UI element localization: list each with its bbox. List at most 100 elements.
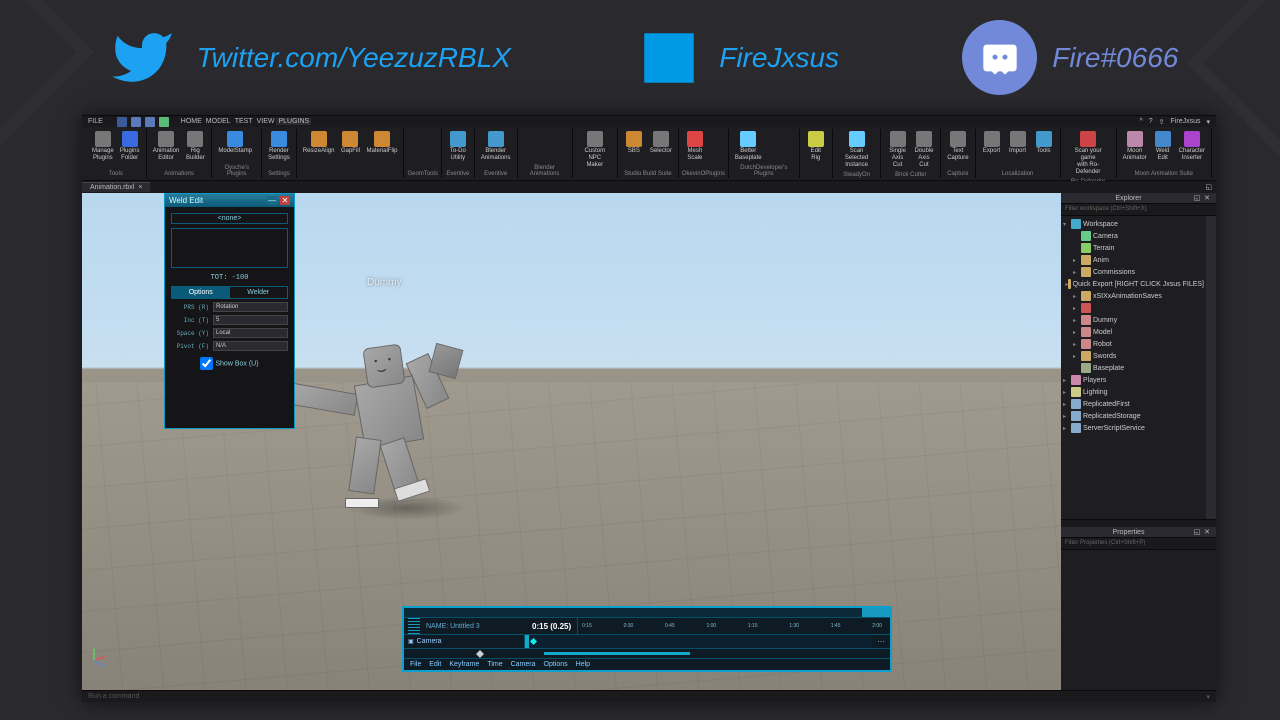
keyframe-marker[interactable] [530, 638, 537, 645]
playhead[interactable] [525, 635, 529, 648]
tree-expand-icon[interactable]: ▸ [1073, 305, 1081, 312]
ribbon-btn-to-do[interactable]: To-DoUtility [445, 129, 471, 170]
anim-drag-handle[interactable] [408, 618, 420, 634]
share-icon[interactable]: ⇪ [1159, 118, 1165, 126]
menu-tab-model[interactable]: MODEL [204, 118, 233, 125]
tree-item[interactable]: ▸Anim [1061, 254, 1206, 266]
file-menu[interactable]: FILE [88, 118, 103, 125]
ribbon-btn-tools[interactable]: Tools [1031, 129, 1057, 170]
weld-close-icon[interactable]: ✕ [280, 196, 290, 205]
tree-expand-icon[interactable]: ▸ [1063, 389, 1071, 396]
user-dropdown-icon[interactable]: ▾ [1206, 118, 1210, 126]
track-expand-icon[interactable]: ▣ [408, 638, 414, 645]
menu-tab-test[interactable]: TEST [233, 118, 255, 125]
slider-thumb[interactable] [476, 650, 484, 658]
tree-item[interactable]: ▸Players [1061, 374, 1206, 386]
anim-menu-time[interactable]: Time [487, 661, 502, 668]
weld-tab-options[interactable]: Options [172, 287, 230, 298]
tree-expand-icon[interactable]: ▸ [1073, 329, 1081, 336]
anim-time-ruler[interactable]: 0:150:300:451:001:151:301:452:00 [577, 618, 886, 634]
ribbon-btn-manage[interactable]: ManagePlugins [89, 129, 117, 170]
anim-menu-edit[interactable]: Edit [429, 661, 441, 668]
document-tab[interactable]: Animation.rbxl × [82, 182, 150, 192]
tree-expand-icon[interactable]: ▸ [1073, 341, 1081, 348]
tree-item[interactable]: ▸ReplicatedFirst [1061, 398, 1206, 410]
tree-item[interactable]: ▸Commissions [1061, 266, 1206, 278]
showbox-checkbox[interactable] [200, 357, 213, 370]
collapse-ribbon-icon[interactable]: ^ [1139, 118, 1142, 125]
anim-menu-help[interactable]: Help [576, 661, 590, 668]
tree-expand-icon[interactable]: ▸ [1073, 269, 1081, 276]
explorer-filter-input[interactable]: Filter workspace (Ctrl+Shift+X) [1061, 204, 1216, 216]
menu-tab-plugins[interactable]: PLUGINS [276, 118, 311, 125]
explorer-hscrollbar[interactable] [1061, 519, 1216, 527]
tree-item[interactable]: ▾Workspace [1061, 218, 1206, 230]
weld-showbox-check[interactable]: Show Box (U) [171, 357, 288, 370]
tree-item[interactable]: ▸ServerScriptService [1061, 422, 1206, 434]
explorer-scrollbar[interactable] [1206, 216, 1216, 519]
ribbon-btn-moon[interactable]: MoonAnimator [1120, 129, 1150, 170]
track-options-icon[interactable]: ⋯ [872, 635, 890, 648]
tree-expand-icon[interactable]: ▸ [1063, 401, 1071, 408]
anim-keyframe-track[interactable] [524, 635, 872, 648]
ribbon-btn-scan-your-game[interactable]: Scan your gamewith Ro-Defender [1064, 129, 1113, 178]
qat-play-icon[interactable] [159, 117, 169, 127]
tree-expand-icon[interactable]: ▸ [1073, 257, 1081, 264]
anim-zoom-slider[interactable] [404, 648, 890, 658]
ribbon-btn-import[interactable]: Import [1005, 129, 1031, 170]
ribbon-btn-character[interactable]: CharacterInserter [1176, 129, 1208, 170]
weld-edit-panel[interactable]: Weld Edit — ✕ <none> TOT: -100 Options W… [164, 193, 295, 429]
weld-titlebar[interactable]: Weld Edit — ✕ [165, 194, 294, 207]
qat-redo-icon[interactable] [145, 117, 155, 127]
weld-minimize-icon[interactable]: — [267, 196, 277, 205]
tree-item[interactable]: ▸Robot [1061, 338, 1206, 350]
ribbon-btn-edit[interactable]: EditRig [803, 129, 829, 176]
ribbon-btn-gapfill[interactable]: GapFill [337, 129, 363, 176]
tree-expand-icon[interactable]: ▾ [1063, 221, 1071, 228]
tree-item[interactable]: ▸Model [1061, 326, 1206, 338]
anim-menu-keyframe[interactable]: Keyframe [449, 661, 479, 668]
anim-menu-camera[interactable]: Camera [511, 661, 536, 668]
tree-item[interactable]: ▸Dummy [1061, 314, 1206, 326]
username-label[interactable]: FireJxsus [1171, 118, 1201, 125]
command-dropdown-icon[interactable]: ▾ [1206, 693, 1210, 700]
properties-popout-icon[interactable]: ◱ [1192, 528, 1202, 536]
anim-track-label[interactable]: ▣ Camera [404, 635, 524, 648]
properties-filter-input[interactable]: Filter Properties (Ctrl+Shift+P) [1061, 538, 1216, 550]
ribbon-btn-export[interactable]: Export [979, 129, 1005, 170]
tree-item[interactable]: ▸Swords [1061, 350, 1206, 362]
ribbon-btn-sbs[interactable]: SBS [621, 129, 647, 170]
tree-item[interactable]: ▸ReplicatedStorage [1061, 410, 1206, 422]
ribbon-btn-custom-npc[interactable]: Custom NPCMaker [576, 129, 614, 176]
tree-item[interactable]: Terrain [1061, 242, 1206, 254]
tree-item[interactable]: ▸xSIXxAnimationSaves [1061, 290, 1206, 302]
command-bar[interactable]: Run a command ▾ [82, 690, 1216, 702]
tree-item[interactable]: Camera [1061, 230, 1206, 242]
ribbon-btn-mesh[interactable]: MeshScale [682, 129, 708, 170]
tree-expand-icon[interactable]: ▸ [1073, 353, 1081, 360]
ribbon-btn-render[interactable]: RenderSettings [265, 129, 293, 170]
explorer-popout-icon[interactable]: ◱ [1192, 194, 1202, 202]
ribbon-btn-selector[interactable]: Selector [647, 129, 675, 170]
weld-row-value[interactable]: Rotation [213, 302, 288, 312]
ribbon-btn-modelstamp[interactable]: ModelStamp [215, 129, 255, 164]
ribbon-btn-plugins[interactable]: PluginsFolder [117, 129, 143, 170]
moon-animator-panel[interactable]: NAME: Untitled 3 0:15 (0.25) 0:150:300:4… [402, 606, 892, 672]
doc-tab-close-icon[interactable]: × [138, 184, 142, 191]
qat-save-icon[interactable] [117, 117, 127, 127]
viewport-maximize-icon[interactable]: ◱ [1201, 183, 1216, 191]
tree-expand-icon[interactable]: ▸ [1063, 425, 1071, 432]
weld-tab-welder[interactable]: Welder [230, 287, 288, 298]
weld-row-value[interactable]: Local [213, 328, 288, 338]
ribbon-btn-blender[interactable]: BlenderAnimations [478, 129, 514, 170]
dummy-character[interactable] [277, 318, 497, 518]
ribbon-btn-materialflip[interactable]: MaterialFlip [363, 129, 400, 176]
tree-item[interactable]: Baseplate [1061, 362, 1206, 374]
ribbon-btn-scan-selected[interactable]: Scan SelectedInstance [836, 129, 878, 171]
ribbon-btn-text[interactable]: TextCapture [944, 129, 971, 170]
tree-item[interactable]: ▸ [1061, 302, 1206, 314]
qat-undo-icon[interactable] [131, 117, 141, 127]
weld-row-value[interactable]: N/A [213, 341, 288, 351]
ribbon-btn-weld[interactable]: WeldEdit [1150, 129, 1176, 170]
explorer-close-icon[interactable]: ✕ [1202, 194, 1212, 202]
